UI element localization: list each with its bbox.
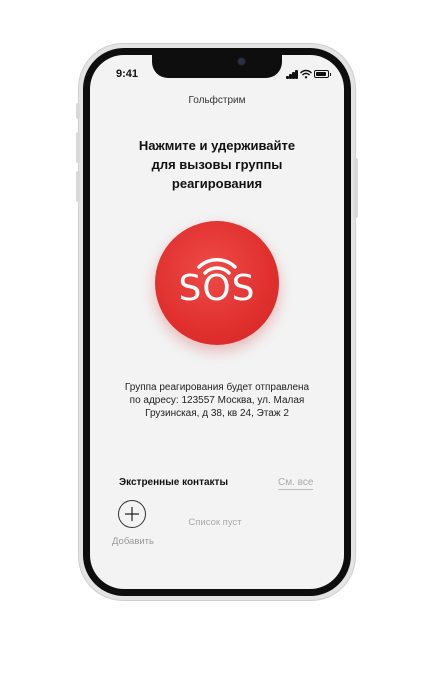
add-contact-button[interactable]: [118, 500, 146, 528]
app-screen: 9:41 Гольфстрим Нажмите и удерживайте дл…: [90, 55, 344, 589]
app-title: Гольфстрим: [188, 95, 246, 106]
status-time: 9:41: [116, 68, 139, 80]
status-icons: [286, 69, 331, 79]
plus-icon: [124, 506, 140, 522]
address-line: Группа реагирования будет отправлена: [124, 382, 310, 393]
instruction-heading: Нажмите и удерживайте для вызовы группы …: [110, 136, 324, 193]
wifi-icon: [300, 69, 312, 79]
volume-down-button: [76, 171, 80, 202]
address-line: по адресу: 123557 Москва, ул. Малая: [129, 395, 305, 406]
instruction-line: для вызовы группы: [151, 157, 283, 172]
add-contact-label[interactable]: Добавить: [106, 536, 160, 547]
notch: [152, 55, 282, 78]
instruction-line: реагирования: [171, 176, 263, 191]
instruction-line: Нажмите и удерживайте: [138, 138, 296, 153]
empty-list-text: Список пуст: [188, 517, 242, 528]
camera-icon: [238, 58, 245, 65]
emergency-contacts-title: Экстренные контакты: [119, 477, 228, 488]
sos-label: SOS: [178, 268, 256, 309]
sos-button[interactable]: SOS: [155, 221, 279, 345]
volume-up-button: [76, 132, 80, 163]
address-line: Грузинская, д 38, кв 24, Этаж 2: [145, 408, 289, 419]
battery-icon: [314, 70, 331, 78]
address-text: Группа реагирования будет отправлена по …: [110, 381, 324, 420]
side-button: [354, 158, 358, 218]
battery-level: [316, 72, 326, 76]
cellular-signal-icon-bar: [295, 70, 298, 79]
see-all-link[interactable]: См. все: [278, 477, 314, 490]
mute-switch: [76, 103, 80, 119]
